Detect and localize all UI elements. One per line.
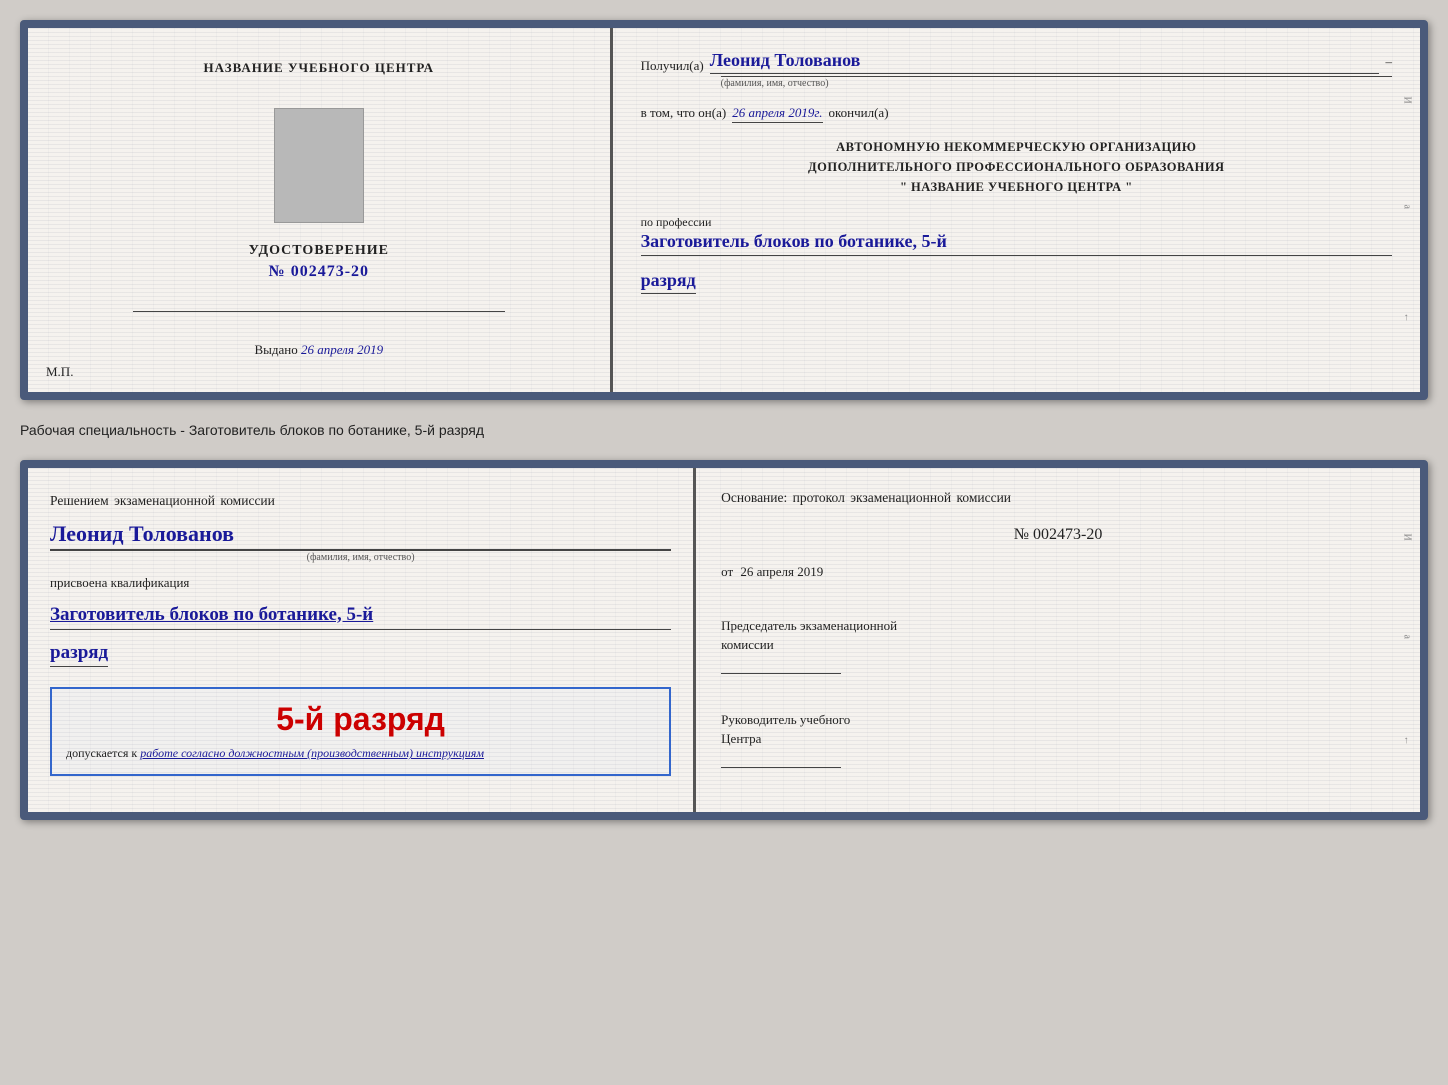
predsedatel-line2: комиссии xyxy=(721,635,1395,655)
ot-prefix: от xyxy=(721,564,733,579)
udost-number: № 002473-20 xyxy=(269,263,369,281)
rukovoditel-label: Руководитель учебного Центра xyxy=(721,710,1395,749)
org-block: АВТОНОМНУЮ НЕКОММЕРЧЕСКУЮ ОРГАНИЗАЦИЮ ДО… xyxy=(641,137,1392,197)
spacer-1 xyxy=(721,594,1395,602)
org-line3: " НАЗВАНИЕ УЧЕБНОГО ЦЕНТРА " xyxy=(641,177,1392,197)
right-edge-marks-1: И а ← xyxy=(1402,48,1412,372)
photo-placeholder xyxy=(274,108,364,223)
rukovoditel-line1: Руководитель учебного xyxy=(721,710,1395,730)
edge-mark-c3: ← xyxy=(1401,736,1412,746)
edge-mark-c1: И xyxy=(1401,533,1412,543)
protocol-number: № 002473-20 xyxy=(721,526,1395,544)
recipient-name: Леонид Толованов xyxy=(710,50,1380,74)
card2-left: Решением экзаменационной комиссии Леонид… xyxy=(28,468,696,812)
edge-mark-2: а xyxy=(1401,205,1412,215)
mp-label: М.П. xyxy=(46,364,73,380)
dash1: – xyxy=(1385,54,1392,74)
profession-name: Заготовитель блоков по ботанике, 5-й xyxy=(641,230,1392,256)
recipient-row: Получил(а) Леонид Толованов – xyxy=(641,50,1392,74)
card2-razryad-section: разряд xyxy=(50,642,671,667)
dopuskaetsya-text: допускается к работе согласно должностны… xyxy=(66,744,655,762)
certificate-card-1: НАЗВАНИЕ УЧЕБНОГО ЦЕНТРА УДОСТОВЕРЕНИЕ №… xyxy=(20,20,1428,400)
sig-line-predsedatel xyxy=(721,673,841,674)
certificate-card-2: Решением экзаменационной комиссии Леонид… xyxy=(20,460,1428,820)
card1-left: НАЗВАНИЕ УЧЕБНОГО ЦЕНТРА УДОСТОВЕРЕНИЕ №… xyxy=(28,28,613,392)
card1-right: Получил(а) Леонид Толованов – (фамилия, … xyxy=(613,28,1420,392)
recipient-section: Получил(а) Леонид Толованов – (фамилия, … xyxy=(641,50,1392,89)
center-name-top: НАЗВАНИЕ УЧЕБНОГО ЦЕНТРА xyxy=(204,58,435,78)
vydano-prefix: Выдано xyxy=(254,342,297,357)
prisvoena-text: присвоена квалификация xyxy=(50,575,671,591)
dopuskaetsya-prefix: допускается к xyxy=(66,746,137,760)
predsedatel-label: Председатель экзаменационной комиссии xyxy=(721,616,1395,655)
document-container: НАЗВАНИЕ УЧЕБНОГО ЦЕНТРА УДОСТОВЕРЕНИЕ №… xyxy=(20,20,1428,820)
org-line2: ДОПОЛНИТЕЛЬНОГО ПРОФЕССИОНАЛЬНОГО ОБРАЗО… xyxy=(641,157,1392,177)
ot-date-row: от 26 апреля 2019 xyxy=(721,564,1395,580)
razryad-hand: разряд xyxy=(50,642,108,667)
dopuskaetsya-italic: работе согласно должностным (производств… xyxy=(140,746,484,760)
predsedatel-section: Председатель экзаменационной комиссии xyxy=(721,616,1395,676)
vydano-row: Выдано 26 апреля 2019 xyxy=(254,342,383,358)
udost-label: УДОСТОВЕРЕНИЕ xyxy=(249,243,389,259)
fio-sublabel-1: (фамилия, имя, отчество) xyxy=(721,76,1392,89)
rukovoditel-line2: Центра xyxy=(721,729,1395,749)
okonchil: окончил(а) xyxy=(829,105,889,121)
po-professii-label: по профессии xyxy=(641,215,1392,230)
vtom-row: в том, что он(а) 26 апреля 2019г. окончи… xyxy=(641,105,1392,123)
edge-mark-c2: а xyxy=(1401,634,1412,644)
vtom-date: 26 апреля 2019г. xyxy=(732,105,822,123)
po-professii-section: по профессии Заготовитель блоков по бота… xyxy=(641,211,1392,256)
razryad-section-1: разряд xyxy=(641,270,1392,294)
org-line1: АВТОНОМНУЮ НЕКОММЕРЧЕСКУЮ ОРГАНИЗАЦИЮ xyxy=(641,137,1392,157)
vydano-date: 26 апреля 2019 xyxy=(301,342,383,357)
poluchil-prefix: Получил(а) xyxy=(641,58,704,74)
edge-mark-3: ← xyxy=(1401,313,1412,323)
sig-line-rukovoditel xyxy=(721,767,841,768)
person-name-large: Леонид Толованов xyxy=(50,521,671,550)
razryad-val-1: разряд xyxy=(641,270,696,294)
ot-date-val: 26 апреля 2019 xyxy=(740,564,823,579)
edge-mark-1: И xyxy=(1401,97,1412,107)
vtom-prefix: в том, что он(а) xyxy=(641,105,727,121)
predsedatel-line1: Председатель экзаменационной xyxy=(721,616,1395,636)
resheniem-text: Решением экзаменационной комиссии xyxy=(50,493,671,509)
osnovanie-text: Основание: протокол экзаменационной коми… xyxy=(721,490,1395,506)
separator-text: Рабочая специальность - Заготовитель бло… xyxy=(20,418,1428,442)
rukovoditel-section: Руководитель учебного Центра xyxy=(721,700,1395,768)
highlight-box: 5-й разряд допускается к работе согласно… xyxy=(50,687,671,776)
fio-sublabel-2: (фамилия, имя, отчество) xyxy=(50,550,671,563)
signature-line-1 xyxy=(133,311,505,312)
card2-right: Основание: протокол экзаменационной коми… xyxy=(696,468,1420,812)
card2-person-section: Леонид Толованов (фамилия, имя, отчество… xyxy=(50,521,671,563)
razryad-big-text: 5-й разряд xyxy=(66,701,655,738)
kval-name: Заготовитель блоков по ботанике, 5-й xyxy=(50,603,671,631)
right-edge-marks-2: И а ← xyxy=(1402,488,1412,792)
